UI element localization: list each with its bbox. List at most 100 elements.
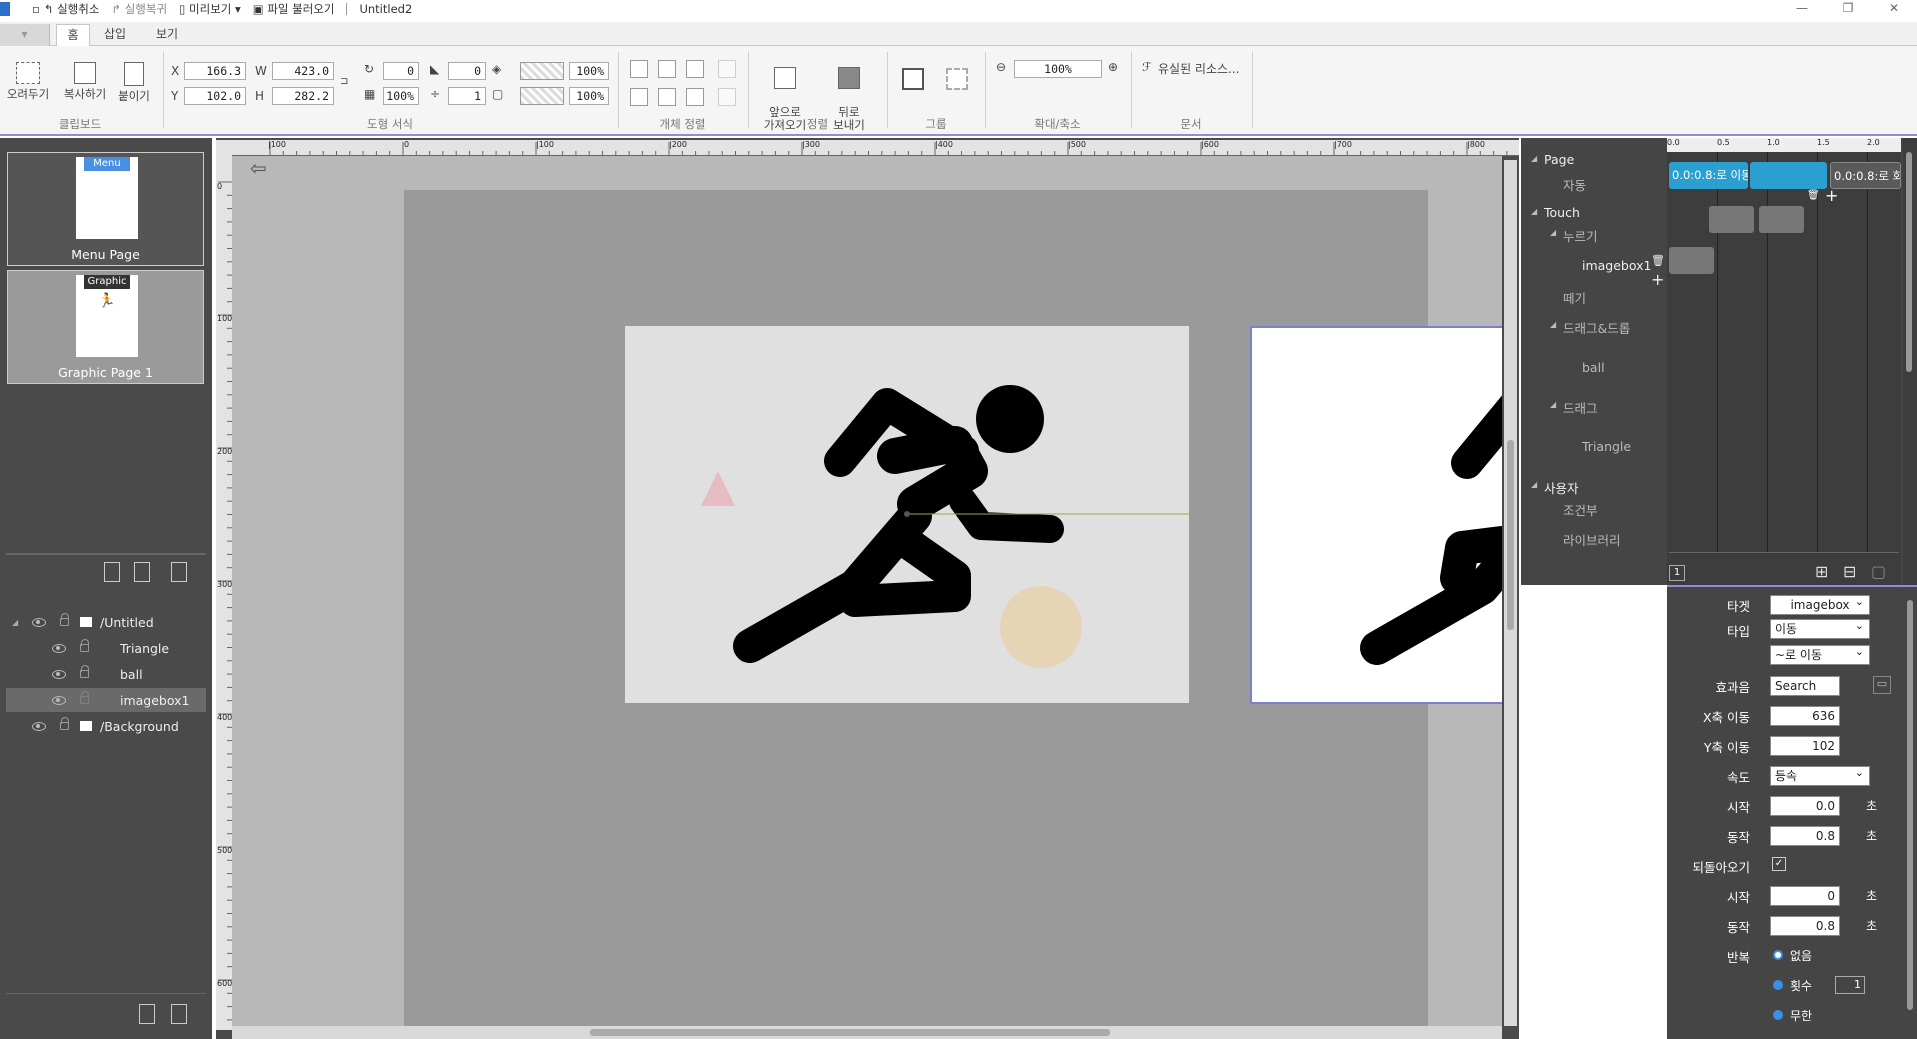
add-text-page-icon[interactable] — [134, 562, 150, 582]
target-select[interactable]: imagebox — [1770, 593, 1870, 615]
fill-icon[interactable]: ◈ — [492, 62, 501, 76]
collapse-icon[interactable]: ◢ — [12, 618, 18, 627]
action-field[interactable]: 0.8 — [1770, 826, 1840, 846]
back-arrow-icon[interactable]: ⇦ — [250, 156, 267, 180]
y-move-field[interactable]: 102 — [1770, 736, 1840, 756]
canvas-horizontal-scrollbar[interactable] — [232, 1026, 1502, 1039]
layer-row-selected[interactable]: imagebox1 — [6, 688, 206, 712]
y-field[interactable]: 102.0 — [184, 87, 246, 105]
close-icon[interactable]: ✕ — [1871, 0, 1917, 18]
scroll-thumb[interactable] — [1906, 152, 1912, 372]
undo-button[interactable]: ↰ 실행취소 — [44, 1, 100, 17]
load-file-button[interactable]: ▣ 파일 불러오기 — [253, 1, 335, 17]
event-target[interactable]: imagebox1 — [1582, 258, 1651, 273]
missing-resources-button[interactable]: 유실된 리소스... — [1158, 60, 1240, 77]
align-bottom-icon[interactable] — [686, 88, 704, 106]
collapse-icon[interactable]: ◢ — [1550, 228, 1556, 237]
scroll-thumb[interactable] — [1507, 440, 1514, 630]
add-icon[interactable]: ⊞ — [1815, 562, 1828, 581]
return-start-field[interactable]: 0 — [1770, 886, 1840, 906]
border-icon[interactable]: ▢ — [492, 87, 503, 101]
lock-icon[interactable] — [80, 665, 89, 678]
zoom-select[interactable]: 100% — [1014, 60, 1102, 78]
distribute-v-icon[interactable] — [718, 88, 736, 106]
layer-row[interactable]: /Background — [6, 714, 206, 738]
page-thumb-menu[interactable]: Menu Menu Page — [7, 152, 204, 266]
zoom-out-icon[interactable]: ⊖ — [996, 60, 1006, 74]
add-icon[interactable]: + — [1651, 270, 1664, 289]
scroll-thumb[interactable] — [1907, 600, 1913, 1010]
border-opacity-field[interactable]: 100% — [569, 87, 609, 105]
tab-insert[interactable]: 삽입 — [98, 24, 132, 46]
cut-button[interactable]: 오려두기 — [6, 62, 50, 101]
remove-icon[interactable]: ⊟ — [1843, 562, 1856, 581]
ungroup-icon[interactable] — [946, 68, 968, 90]
delete-page-icon[interactable] — [171, 562, 187, 582]
collapse-icon[interactable]: ◢ — [1531, 480, 1537, 489]
canvas-vertical-scrollbar[interactable] — [1504, 160, 1517, 1026]
align-left-icon[interactable] — [630, 60, 648, 78]
thickness-field[interactable]: 1 — [448, 87, 486, 105]
event-library[interactable]: 라이브러리 — [1563, 530, 1621, 549]
rotate-field[interactable]: 0 — [383, 62, 419, 80]
collapse-icon[interactable]: ◢ — [1550, 400, 1556, 409]
props-scrollbar[interactable] — [1905, 600, 1915, 1020]
keyframe-move[interactable]: 0.0:0.8:로 이동 — [1669, 162, 1748, 189]
file-menu-button[interactable]: ▾ — [0, 24, 50, 46]
event-triangle[interactable]: Triangle — [1582, 439, 1631, 454]
delete-layer-icon[interactable] — [171, 1004, 187, 1024]
event-ball[interactable]: ball — [1582, 360, 1605, 375]
add-keyframe-icon[interactable]: + — [1825, 186, 1838, 205]
scroll-thumb[interactable] — [590, 1029, 1110, 1036]
subtype-select[interactable]: ~로 이동 — [1770, 643, 1870, 665]
tab-view[interactable]: 보기 — [150, 24, 184, 46]
trash-icon[interactable]: 🗑 — [1807, 190, 1820, 201]
distribute-h-icon[interactable] — [718, 60, 736, 78]
radio-infinite[interactable] — [1773, 1010, 1783, 1020]
lock-icon[interactable] — [80, 691, 89, 704]
event-drag[interactable]: 드래그 — [1563, 398, 1598, 417]
align-right-icon[interactable] — [686, 60, 704, 78]
save-icon[interactable]: ▫ — [32, 2, 40, 16]
x-move-field[interactable]: 636 — [1770, 706, 1840, 726]
width-field[interactable]: 423.0 — [272, 62, 334, 80]
border-color-picker[interactable] — [520, 87, 564, 105]
type-select[interactable]: 이동 — [1770, 617, 1870, 639]
radio-none[interactable] — [1773, 950, 1783, 960]
visibility-icon[interactable] — [32, 617, 46, 627]
frame-counter[interactable]: 1 — [1669, 565, 1685, 581]
zoom-in-icon[interactable]: ⊕ — [1108, 60, 1118, 74]
collapse-icon[interactable]: ◢ — [1531, 154, 1537, 163]
trash-icon[interactable]: 🗑 — [1651, 254, 1665, 267]
lock-icon[interactable] — [80, 639, 89, 652]
event-page[interactable]: Page — [1544, 152, 1574, 167]
lock-icon[interactable] — [60, 613, 69, 626]
imagebox1[interactable] — [625, 326, 1189, 703]
minimize-icon[interactable]: — — [1779, 0, 1825, 18]
collapse-icon[interactable]: ◢ — [1531, 207, 1537, 216]
event-condition[interactable]: 조건부 — [1563, 500, 1598, 519]
speed-select[interactable]: 등속 — [1770, 764, 1870, 786]
timeline-scrollbar[interactable] — [1903, 138, 1917, 585]
splitter[interactable] — [6, 553, 206, 555]
layer-row[interactable]: ball — [6, 662, 206, 686]
preview-button[interactable]: ▯ 미리보기 ▾ — [179, 1, 241, 17]
keyframe-rotate[interactable]: 0.0:0.8:로 회전 — [1830, 162, 1901, 189]
return-action-field[interactable]: 0.8 — [1770, 916, 1840, 936]
keyframe[interactable] — [1669, 247, 1714, 274]
sound-field[interactable]: Search — [1770, 676, 1840, 696]
add-graphic-page-icon[interactable] — [104, 562, 120, 582]
x-field[interactable]: 166.3 — [184, 62, 246, 80]
visibility-icon[interactable] — [52, 643, 66, 653]
layer-row[interactable]: Triangle — [6, 636, 206, 660]
group-icon[interactable] — [902, 68, 924, 90]
align-center-icon[interactable] — [658, 60, 676, 78]
event-press[interactable]: 누르기 — [1563, 226, 1598, 245]
visibility-icon[interactable] — [52, 695, 66, 705]
paste-button[interactable]: 붙이기 — [114, 62, 154, 103]
copy-button[interactable]: 복사하기 — [60, 62, 110, 101]
copy-icon[interactable]: ▢ — [1871, 562, 1886, 581]
restore-icon[interactable]: ❐ — [1825, 0, 1871, 18]
add-layer-icon[interactable] — [139, 1004, 155, 1024]
event-auto[interactable]: 자동 — [1563, 175, 1586, 194]
